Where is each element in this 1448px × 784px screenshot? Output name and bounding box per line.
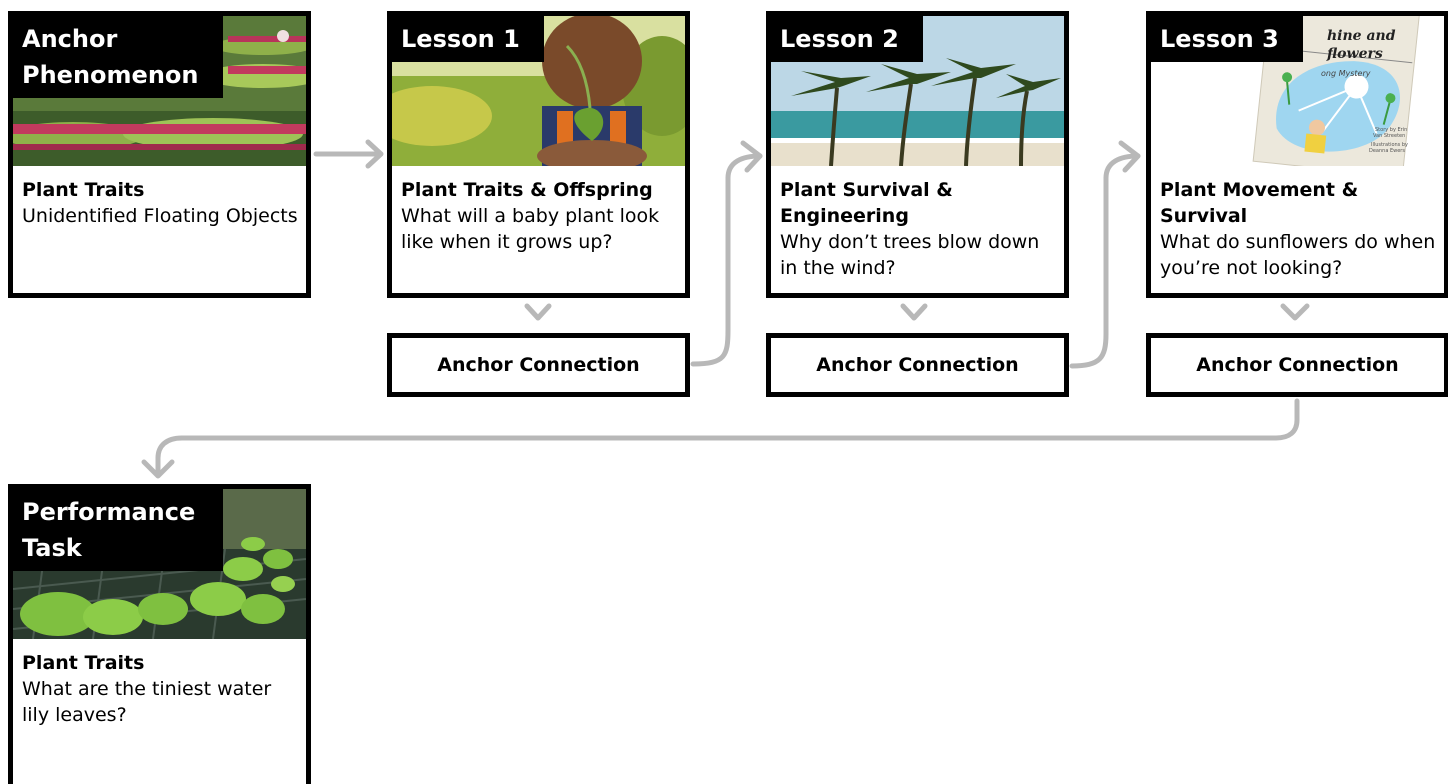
card-question: What are the tiniest water lily leaves?: [22, 678, 272, 726]
performance-task-card[interactable]: Performance Task Plant Traits What are t…: [8, 484, 311, 784]
card-question: Why don’t trees blow down in the wind?: [780, 231, 1040, 279]
book-cover-text-3: ong Mystery: [1321, 69, 1371, 78]
card-subtitle: Plant Traits: [22, 652, 145, 674]
card-question: What will a baby plant look like when it…: [401, 205, 660, 253]
lesson-3-card[interactable]: hine and flowers ong Mystery Story by Er…: [1146, 11, 1448, 298]
card-subtitle: Plant Traits & Offspring: [401, 179, 653, 201]
arrow-lesson1-to-connection: [524, 303, 552, 321]
card-question: Unidentified Floating Objects: [22, 205, 298, 227]
arrow-lesson2-to-connection: [900, 303, 928, 321]
book-cover-text-1: hine and: [1327, 28, 1396, 44]
arrow-connection3-to-performance: [155, 398, 1300, 475]
anchor-phenomenon-card[interactable]: Anchor Phenomenon Plant Traits Unidentif…: [8, 11, 311, 298]
lesson-2-card[interactable]: Lesson 2 Plant Survival & Engineering Wh…: [766, 11, 1069, 298]
card-title: Lesson 3: [1151, 16, 1303, 62]
card-title: Lesson 1: [392, 16, 544, 62]
lesson-1-card[interactable]: Lesson 1 Plant Traits & Offspring What w…: [387, 11, 690, 298]
anchor-connection-lesson-2[interactable]: Anchor Connection: [766, 333, 1069, 397]
card-subtitle: Plant Traits: [22, 179, 145, 201]
arrow-connection1-to-lesson2: [690, 153, 763, 367]
book-cover-text-2: flowers: [1326, 46, 1383, 62]
card-title: Lesson 2: [771, 16, 923, 62]
book-cover-text-7: Deanna Ewers: [1369, 148, 1405, 154]
card-title: Anchor Phenomenon: [13, 16, 223, 98]
card-question: What do sunflowers do when you’re not lo…: [1160, 231, 1436, 279]
anchor-connection-lesson-3[interactable]: Anchor Connection: [1146, 333, 1448, 397]
anchor-connection-lesson-1[interactable]: Anchor Connection: [387, 333, 690, 397]
card-subtitle: Plant Survival & Engineering: [780, 179, 953, 227]
card-subtitle: Plant Movement & Survival: [1160, 179, 1359, 227]
card-title: Performance Task: [13, 489, 223, 571]
book-cover-text-5: Van Streeten: [1373, 133, 1405, 139]
arrow-lesson3-to-connection: [1280, 303, 1310, 321]
arrow-connection2-to-lesson3: [1069, 153, 1141, 369]
